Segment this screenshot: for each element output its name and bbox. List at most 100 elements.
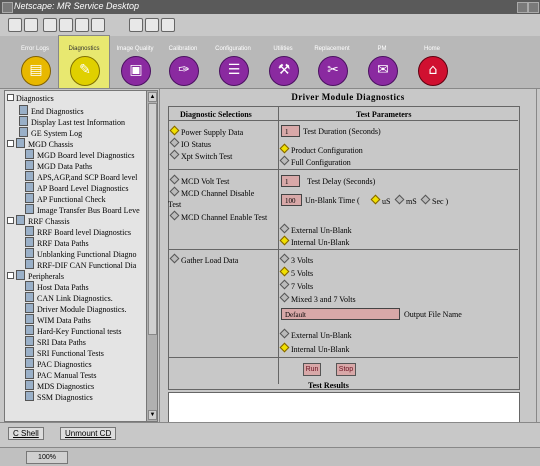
maximize-icon[interactable] [528,2,539,13]
progress-indicator: 100% [26,451,68,464]
output-file-input[interactable]: Default [281,308,400,320]
tree-item[interactable]: AP Board Level Diagnostics [25,182,128,193]
nav-image-quality[interactable]: Image Quality ▣ [110,36,160,88]
tree-item[interactable]: RRF Data Paths [25,237,89,248]
collapse-icon[interactable] [7,94,14,101]
forward-icon[interactable] [91,18,105,32]
configuration-icon: ☰ [219,56,249,86]
tree-item[interactable]: RRF-DIF CAN Functional Dia [25,259,136,270]
unit-sec[interactable]: Sec ) [420,194,448,206]
c-shell-button[interactable]: C Shell [8,427,44,440]
option-mcd-channel-enable[interactable]: MCD Channel Enable Test [169,210,267,222]
tree-item-diagnostics[interactable]: Diagnostics [7,94,54,103]
radio-icon [279,292,290,303]
minimize-icon[interactable] [517,2,528,13]
tree-item[interactable]: APS,AGP,and SCP Board level [25,171,137,182]
tree-item[interactable]: Display Last test Information [19,116,125,127]
option-mixed-volts[interactable]: Mixed 3 and 7 Volts [279,292,356,304]
unit-us[interactable]: uS [370,194,390,206]
output-file-label: Output File Name [404,310,462,319]
option-xpt-switch-test[interactable]: Xpt Switch Test [169,149,232,161]
option-internal-unblank[interactable]: Internal Un-Blank [279,235,349,247]
option-io-status[interactable]: IO Status [169,137,211,149]
scroll-thumb[interactable] [148,103,157,335]
section-divider [168,249,518,250]
option-external-unblank[interactable]: External Un-Blank [279,223,352,235]
nav-replacement[interactable]: Replacement ✂ [307,36,357,88]
option-mcd-volt-test[interactable]: MCD Volt Test [169,174,229,186]
tree-item[interactable]: MGD Board level Diagnostics [25,149,135,160]
nav-error-logs[interactable]: Error Logs ▤ [10,36,60,88]
nav-utilities[interactable]: Utilities ⚒ [258,36,308,88]
unit-ms[interactable]: mS [394,194,417,206]
back-icon[interactable] [75,18,89,32]
tree-item[interactable]: PAC Manual Tests [25,369,96,380]
tree-item-selected[interactable]: Driver Module Diagnostics. [25,303,127,314]
tree-item[interactable]: AP Functional Check [25,193,106,204]
tree-item[interactable]: SRI Data Paths [25,336,86,347]
tree-item-rrf-chassis[interactable]: RRF Chassis [7,215,70,226]
print-icon[interactable] [129,18,143,32]
bookmark-icon[interactable] [24,18,38,32]
option-7-volts[interactable]: 7 Volts [279,279,313,291]
tree-item[interactable]: Hard-Key Functional tests [25,325,121,336]
option-power-supply-data[interactable]: Power Supply Data [169,125,243,137]
unmount-cd-button[interactable]: Unmount CD [60,427,117,440]
search-icon[interactable] [43,18,57,32]
document-icon [25,347,34,357]
nav-calibration[interactable]: Calibration ✑ [158,36,208,88]
document-icon [25,182,34,192]
stop-button[interactable]: Stop [336,363,356,376]
scroll-up-icon[interactable]: ▲ [148,92,157,102]
option-product-config[interactable]: Product Configuration [279,143,363,155]
option-gather-load-data[interactable]: Gather Load Data [169,253,238,265]
nav-pm[interactable]: PM ✉ [357,36,407,88]
tree-item[interactable]: RRF Board level Diagnostics [25,226,131,237]
tree-item-mgd-chassis[interactable]: MGD Chassis [7,138,73,149]
tree-item[interactable]: SSM Diagnostics [25,391,93,402]
tree-item[interactable]: GE System Log [19,127,82,138]
option-internal-unblank-2[interactable]: Internal Un-Blank [279,342,349,354]
window-menu-icon[interactable] [2,2,13,13]
tree-scrollbar[interactable]: ▲ ▼ [146,90,158,422]
results-area[interactable] [168,392,520,424]
option-5-volts[interactable]: 5 Volts [279,266,313,278]
mail-icon[interactable] [59,18,73,32]
nav-diagnostics[interactable]: Diagnostics ✎ [58,35,110,89]
delay-input[interactable]: 1 [281,175,300,187]
radio-icon [279,279,290,290]
duration-input[interactable]: 1 [281,125,300,137]
folder-icon [16,215,25,225]
tree-item[interactable]: MDS Diagnostics [25,380,94,391]
security-icon[interactable] [145,18,159,32]
tree-item[interactable]: Unblanking Functional Diagno [25,248,137,259]
nav-label: PM [377,46,387,52]
home-toolbar-icon[interactable] [8,18,22,32]
tree-item[interactable]: End Diagnostics [19,105,84,116]
tree-item[interactable]: SRI Functional Tests [25,347,104,358]
scroll-down-icon[interactable]: ▼ [148,410,157,420]
tree-item[interactable]: WIM Data Paths [25,314,91,325]
tree-item[interactable]: Image Transfer Bus Board Leve [25,204,140,215]
tree-item[interactable]: PAC Diagnostics [25,358,92,369]
radio-selected-icon [279,342,290,353]
nav-home[interactable]: Home ⌂ [407,36,457,88]
option-external-unblank-2[interactable]: External Un-Blank [279,328,352,340]
tree-item[interactable]: MGD Data Paths [25,160,92,171]
stop-icon[interactable] [161,18,175,32]
document-icon [25,237,34,247]
folder-icon [16,270,25,280]
collapse-icon[interactable] [7,217,14,224]
radio-icon [169,149,180,160]
nav-configuration[interactable]: Configuration ☰ [208,36,258,88]
tree-item[interactable]: Host Data Paths [25,281,89,292]
tree-item[interactable]: CAN Link Diagnostics. [25,292,113,303]
option-3-volts[interactable]: 3 Volts [279,253,313,265]
collapse-icon[interactable] [7,140,14,147]
option-mcd-channel-disable[interactable]: MCD Channel Disable [169,186,254,198]
option-full-config[interactable]: Full Configuration [279,155,351,167]
unblank-time-input[interactable]: 100 [281,194,302,206]
collapse-icon[interactable] [7,272,14,279]
tree-item-peripherals[interactable]: Peripherals [7,270,64,281]
run-button[interactable]: Run [303,363,321,376]
